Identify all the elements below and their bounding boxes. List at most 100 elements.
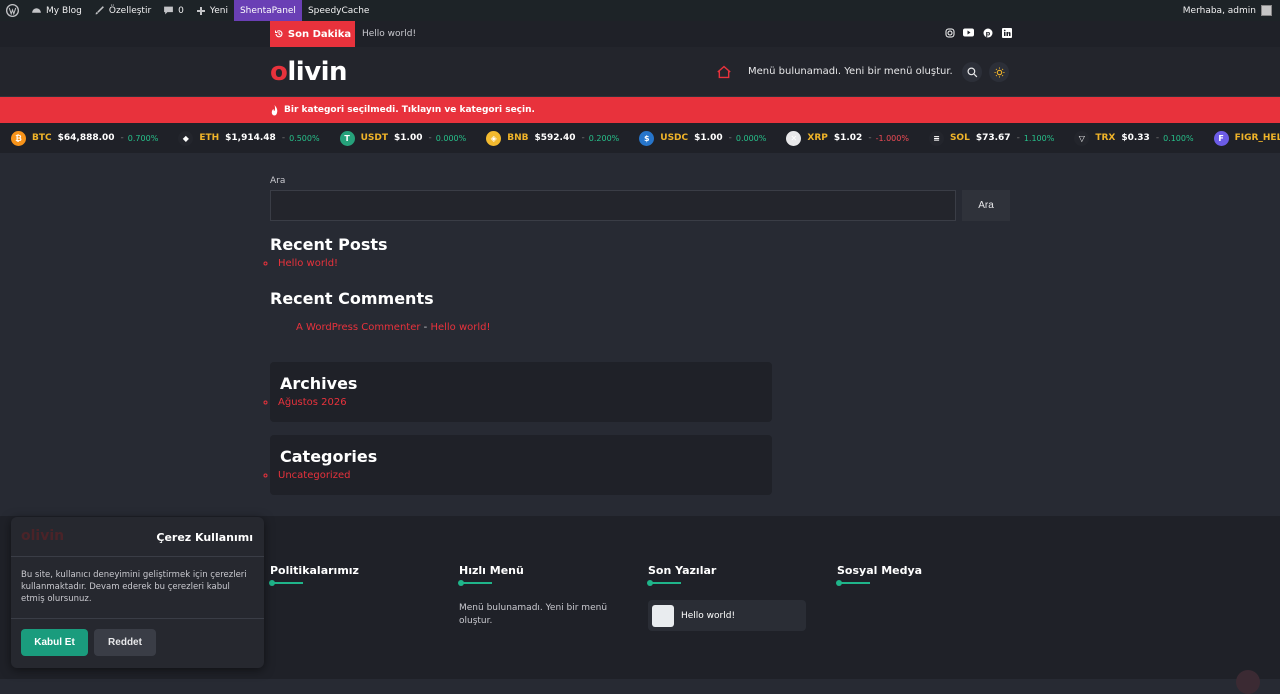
breaking-label: Son Dakika: [287, 28, 352, 40]
coin-price: $64,888.00: [57, 133, 115, 143]
footer-quick-menu: Hızlı Menü Menü bulunamadı. Yeni bir men…: [458, 564, 619, 628]
cookie-title: Çerez Kullanımı: [156, 531, 253, 544]
category-link[interactable]: Uncategorized: [264, 470, 762, 481]
cookie-logo: olivin: [21, 528, 65, 544]
breaking-news-link[interactable]: Hello world!: [362, 21, 416, 47]
ticker-item[interactable]: ◈ BNB $592.40-0.200%: [486, 130, 619, 146]
title-underline: [836, 580, 870, 586]
search-input[interactable]: [270, 190, 956, 221]
title-underline: [458, 580, 492, 586]
footer-recent-posts: Son Yazılar Hello world!: [647, 564, 806, 631]
coin-icon: ◆: [178, 130, 194, 146]
crypto-ticker: ₿ BTC $64,888.00-0.700% ◆ ETH $1,914.48-0.500…: [0, 123, 1280, 153]
ticker-item[interactable]: T USDT $1.00-0.000%: [339, 130, 467, 146]
coin-change: 0.500%: [289, 133, 320, 143]
site-header: olivin Menü bulunamadı. Yeni bir menü ol…: [0, 47, 1280, 97]
cookie-text: Bu site, kullanıcı deneyimini geliştirme…: [11, 557, 264, 619]
new-label: Yeni: [209, 5, 228, 16]
coin-symbol: BTC: [32, 133, 52, 143]
category-notice-text: Bir kategori seçilmedi. Tıklayın ve kate…: [284, 105, 535, 115]
coin-icon: ◈: [486, 130, 502, 146]
comment-post-link[interactable]: Hello world!: [430, 322, 490, 333]
scroll-to-top-button[interactable]: [1236, 670, 1260, 694]
comments-count: 0: [178, 5, 184, 16]
coin-symbol: TRX: [1095, 133, 1116, 143]
coin-price: $1.02: [833, 133, 863, 143]
history-icon: [274, 30, 283, 38]
svg-text:p: p: [985, 29, 990, 37]
comments-link[interactable]: 0: [157, 0, 190, 21]
instagram-icon[interactable]: [944, 27, 955, 38]
ticker-item[interactable]: $ USDC $1.00-0.000%: [639, 130, 767, 146]
customize-link[interactable]: Özelleştir: [88, 0, 157, 21]
archives-title: Archives: [280, 374, 358, 393]
wordpress-menu[interactable]: [0, 0, 25, 21]
reject-button[interactable]: Reddet: [94, 629, 156, 656]
ticker-item[interactable]: FFIGR_HELOC$1.03-0.000%: [1213, 130, 1280, 146]
site-name-link[interactable]: My Blog: [25, 0, 88, 21]
categories-widget: Categories Uncategorized: [270, 435, 772, 495]
archive-link[interactable]: Ağustos 2026: [264, 397, 762, 408]
linkedin-icon[interactable]: [1001, 27, 1012, 38]
accept-button[interactable]: Kabul Et: [21, 629, 88, 656]
coin-symbol: ETH: [199, 133, 220, 143]
quick-menu-text[interactable]: Menü bulunamadı. Yeni bir menü oluştur.: [459, 602, 619, 628]
coin-dash: -: [868, 133, 872, 143]
coin-price: $1,914.48: [225, 133, 276, 143]
social-title: Sosyal Medya: [837, 564, 923, 577]
coin-price: $1.00: [694, 133, 723, 143]
recent-posts-widget: Recent Posts Hello world!: [270, 235, 388, 269]
site-logo[interactable]: olivin: [270, 59, 348, 85]
coin-price: $592.40: [534, 133, 576, 143]
footer-post-card[interactable]: Hello world!: [648, 600, 806, 631]
recent-post-link[interactable]: Hello world!: [264, 258, 388, 269]
speedycache-link[interactable]: SpeedyCache: [302, 0, 376, 21]
fire-icon: [271, 104, 278, 115]
comment-separator: -: [420, 322, 431, 333]
coin-dash: -: [1016, 133, 1020, 143]
coin-symbol: USDC: [660, 133, 689, 143]
menu-not-found-text[interactable]: Menü bulunamadı. Yeni bir menü oluştur.: [748, 66, 953, 77]
admin-bar: My Blog Özelleştir 0 Yeni ShentaPanel Sp…: [0, 0, 1280, 21]
dashboard-icon: [32, 8, 41, 13]
coin-dash: -: [581, 133, 585, 143]
coin-change: 0.000%: [735, 133, 767, 143]
site-name-label: My Blog: [46, 5, 82, 16]
comment-author-link[interactable]: A WordPress Commenter: [296, 322, 420, 333]
customize-label: Özelleştir: [108, 5, 152, 16]
ticker-item[interactable]: ₿ BTC $64,888.00-0.700%: [11, 130, 158, 146]
coin-change: -1.000%: [875, 133, 909, 143]
recent-title: Son Yazılar: [648, 564, 717, 577]
shentapanel-link[interactable]: ShentaPanel: [233, 0, 302, 21]
account-menu[interactable]: Merhaba, admin: [1183, 0, 1272, 21]
breaking-news-badge[interactable]: Son Dakika: [270, 21, 355, 47]
coin-dash: -: [1155, 133, 1160, 143]
plus-icon: [196, 6, 205, 15]
recent-posts-title: Recent Posts: [270, 235, 388, 254]
theme-toggle-button[interactable]: [989, 62, 1009, 82]
search-button[interactable]: [962, 62, 982, 82]
coin-icon: ₿: [11, 130, 26, 146]
coin-price: $0.33: [1121, 133, 1150, 143]
ticker-item[interactable]: ▽ TRX $0.33-0.100%: [1074, 130, 1194, 146]
search-label: Ara: [270, 176, 286, 186]
coin-change: 0.000%: [435, 133, 467, 143]
coin-dash: -: [281, 133, 286, 143]
recent-comments-title: Recent Comments: [270, 289, 434, 308]
ticker-item[interactable]: ✕ XRP $1.02- -1.000%: [786, 130, 909, 146]
home-icon[interactable]: [716, 65, 732, 79]
new-content-link[interactable]: Yeni: [190, 0, 234, 21]
ticker-item[interactable]: ≡ SOL $73.67-1.100%: [928, 130, 1054, 146]
coin-symbol: XRP: [807, 133, 828, 143]
ticker-item[interactable]: ◆ ETH $1,914.48-0.500%: [178, 130, 320, 146]
coin-icon: F: [1213, 130, 1229, 146]
youtube-icon[interactable]: [963, 27, 974, 38]
coin-icon: ✕: [786, 130, 802, 146]
recent-comment-item: A WordPress Commenter - Hello world!: [296, 322, 491, 333]
pinterest-icon[interactable]: p: [982, 27, 993, 38]
category-notice-bar[interactable]: Bir kategori seçilmedi. Tıklayın ve kate…: [0, 97, 1280, 123]
coin-symbol: FIGR_HELOC: [1234, 133, 1280, 143]
footer-post-title: Hello world!: [681, 610, 736, 621]
search-submit-button[interactable]: Ara: [962, 190, 1010, 221]
coin-icon: ▽: [1074, 130, 1090, 146]
